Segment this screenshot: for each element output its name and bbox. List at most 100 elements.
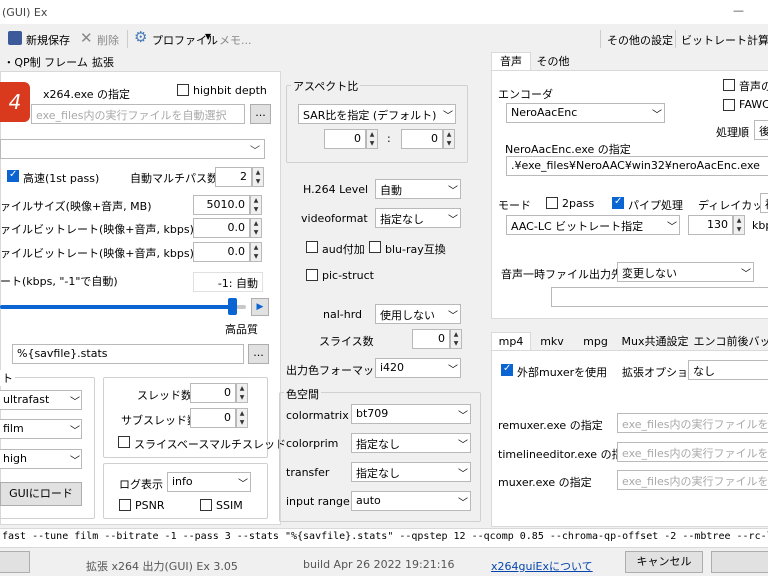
about-link[interactable]: x264guiExについて xyxy=(491,558,593,574)
colormatrix-dropdown[interactable]: bt709 xyxy=(351,404,471,424)
audio-bitrate-spinner[interactable]: ▲ ▼ xyxy=(733,215,745,235)
quality-slider-thumb[interactable] xyxy=(228,298,237,315)
tune-dropdown-arrow-icon[interactable]: ﹀ xyxy=(70,422,80,437)
tab-others[interactable]: その他 xyxy=(531,53,575,71)
tab-audio[interactable]: 音声 xyxy=(491,52,531,70)
save-new-button[interactable]: 新規保存 xyxy=(26,32,70,48)
tab-batch[interactable]: エンコ前後バッチ処 xyxy=(692,333,768,351)
threads-input[interactable]: 0 xyxy=(190,383,236,403)
outcsp-arrow-icon[interactable]: ﹀ xyxy=(448,361,458,376)
ssim-checkbox[interactable] xyxy=(200,499,212,511)
tab-mux-common[interactable]: Mux共通設定 xyxy=(618,333,692,351)
delaycut-dropdown[interactable]: 補 xyxy=(760,193,768,213)
encoder-dropdown[interactable]: NeroAacEnc xyxy=(506,103,665,123)
slice-mt-checkbox[interactable] xyxy=(118,436,130,448)
profile-dropdown-icon[interactable]: ▼ xyxy=(205,32,211,41)
colorprim-arrow-icon[interactable]: ﹀ xyxy=(458,436,468,451)
tempdir-dropdown[interactable]: 変更しない xyxy=(617,262,754,282)
sar-y-spinner[interactable]: ▲ ▼ xyxy=(443,129,455,149)
sar-mode-arrow-icon[interactable]: ﹀ xyxy=(443,107,453,122)
transfer-arrow-icon[interactable]: ﹀ xyxy=(458,465,468,480)
inputrange-arrow-icon[interactable]: ﹀ xyxy=(458,494,468,509)
profile-level-dropdown-arrow-icon[interactable]: ﹀ xyxy=(70,452,80,467)
mode-dropdown[interactable]: ﹀ xyxy=(0,139,265,159)
filesize-input[interactable]: 5010.0 xyxy=(193,195,250,215)
bitrate1-spinner[interactable]: ▲ ▼ xyxy=(250,218,262,238)
x264-exe-browse-button[interactable]: ... xyxy=(250,104,271,124)
tab-qp-control[interactable]: ・QP制御 xyxy=(0,54,44,87)
cancel-button[interactable]: キャンセル xyxy=(625,551,703,573)
toolbar-divider-2 xyxy=(600,30,601,48)
sar-mode-dropdown[interactable]: SAR比を指定 (デフォルト) xyxy=(298,104,456,124)
aud-checkbox[interactable] xyxy=(306,241,318,253)
ok-button[interactable] xyxy=(711,551,768,573)
gui-load-button[interactable]: GUIにロード xyxy=(0,482,82,506)
bitrate2-input[interactable]: 0.0 xyxy=(193,242,250,262)
tab-mp4[interactable]: mp4 xyxy=(491,332,531,350)
slices-spinner[interactable]: ▲ ▼ xyxy=(450,329,462,349)
tempdir-path-input[interactable] xyxy=(551,287,768,307)
twopass-checkbox[interactable] xyxy=(546,197,558,209)
audio-exe-path-input[interactable]: .¥exe_files¥NeroAAC¥win32¥neroAacEnc.exe xyxy=(506,156,768,176)
bluray-checkbox[interactable] xyxy=(369,241,381,253)
timeline-path-input[interactable]: exe_files内の実行ファイルを自動選 xyxy=(617,442,768,462)
highbit-checkbox[interactable] xyxy=(177,84,189,96)
bitrate1-input[interactable]: 0.0 xyxy=(193,218,250,238)
bitrate-calc-button[interactable]: ビットレート計算機 xyxy=(681,32,768,48)
transfer-label: transfer xyxy=(286,466,330,479)
external-muxer-checkbox[interactable] xyxy=(501,363,513,376)
memo-button[interactable]: メモ... xyxy=(219,32,252,48)
filesize-spinner[interactable]: ▲ ▼ xyxy=(250,195,262,215)
colorprim-dropdown[interactable]: 指定なし xyxy=(351,433,471,453)
fawc-checkbox[interactable] xyxy=(723,99,735,111)
tab-mkv[interactable]: mkv xyxy=(531,333,573,351)
stats-browse-button[interactable]: ... xyxy=(248,344,269,364)
nalhrd-arrow-icon[interactable]: ﹀ xyxy=(448,307,458,322)
encoder-arrow-icon[interactable]: ﹀ xyxy=(652,106,662,121)
sar-x-input[interactable]: 0 xyxy=(324,129,366,149)
ext-option-dropdown[interactable]: なし xyxy=(688,360,768,380)
muxer-path-input[interactable]: exe_files内の実行ファイルを自動選 xyxy=(617,470,768,490)
other-settings-button[interactable]: その他の設定 xyxy=(607,32,673,48)
audio-only-checkbox[interactable] xyxy=(723,79,735,91)
psnr-checkbox[interactable] xyxy=(119,499,131,511)
tab-frame[interactable]: フレーム xyxy=(44,54,88,72)
minimize-button[interactable]: — xyxy=(733,4,744,17)
videoformat-arrow-icon[interactable]: ﹀ xyxy=(448,211,458,226)
subthreads-input[interactable]: 0 xyxy=(190,408,236,428)
auto-multipass-input[interactable]: 2 xyxy=(215,167,252,187)
picstruct-checkbox[interactable] xyxy=(306,269,318,281)
subthreads-spinner[interactable]: ▲ ▼ xyxy=(236,408,248,428)
delete-button[interactable]: 削除 xyxy=(97,32,119,48)
h264-level-arrow-icon[interactable]: ﹀ xyxy=(448,182,458,197)
stats-file-input[interactable]: %{savfile}.stats xyxy=(12,344,244,364)
remuxer-path-input[interactable]: exe_files内の実行ファイルを自動選 xyxy=(617,413,768,433)
tab-extension[interactable]: 拡張 xyxy=(88,54,118,72)
transfer-dropdown[interactable]: 指定なし xyxy=(351,462,471,482)
x264-exe-path-input[interactable]: exe_files内の実行ファイルを自動選択 xyxy=(31,104,245,124)
slider-next-button[interactable]: ▶ xyxy=(251,298,269,316)
preset-dropdown-arrow-icon[interactable]: ﹀ xyxy=(70,393,80,408)
colormatrix-arrow-icon[interactable]: ﹀ xyxy=(458,407,468,422)
left-footer-button[interactable] xyxy=(0,551,30,573)
sar-y-input[interactable]: 0 xyxy=(401,129,443,149)
audio-mode-arrow-icon[interactable]: ﹀ xyxy=(667,218,677,233)
tab-mpg[interactable]: mpg xyxy=(573,333,618,351)
external-muxer-label: 外部muxerを使用 xyxy=(517,366,608,379)
inputrange-dropdown[interactable]: auto xyxy=(351,491,471,511)
audio-bitrate-input[interactable]: 130 xyxy=(688,215,733,235)
fast-first-pass-checkbox[interactable] xyxy=(7,169,19,182)
audio-only-label: 音声の xyxy=(739,80,768,93)
slices-input[interactable]: 0 xyxy=(412,329,450,349)
order-dropdown[interactable]: 後 xyxy=(754,120,768,140)
log-label: ログ表示 xyxy=(119,478,163,491)
threads-spinner[interactable]: ▲ ▼ xyxy=(236,383,248,403)
pipe-checkbox[interactable] xyxy=(612,196,624,209)
tempdir-arrow-icon[interactable]: ﹀ xyxy=(741,265,751,280)
gear-icon: ⚙ xyxy=(134,28,148,46)
audio-mode-dropdown[interactable]: AAC-LC ビットレート指定 xyxy=(506,215,680,235)
sar-x-spinner[interactable]: ▲ ▼ xyxy=(366,129,378,149)
bitrate2-spinner[interactable]: ▲ ▼ xyxy=(250,242,262,262)
log-dropdown-arrow-icon[interactable]: ﹀ xyxy=(238,475,248,490)
auto-multipass-spinner[interactable]: ▲ ▼ xyxy=(252,167,264,187)
